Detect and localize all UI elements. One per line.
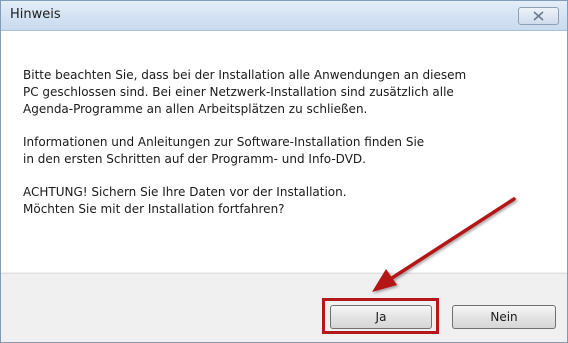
close-button[interactable] <box>518 7 559 25</box>
no-button[interactable]: Nein <box>452 305 556 329</box>
message-line: Agenda-Programme an allen Arbeitsplätzen… <box>23 102 368 116</box>
message-line: Informationen und Anleitungen zur Softwa… <box>23 135 425 149</box>
close-icon <box>533 11 544 21</box>
yes-button[interactable]: Ja <box>330 305 432 329</box>
message-area: Bitte beachten Sie, dass bei der Install… <box>1 31 567 272</box>
message-line: ACHTUNG! Sichern Sie Ihre Daten vor der … <box>23 185 347 199</box>
message-paragraph-installation: Bitte beachten Sie, dass bei der Install… <box>23 67 553 118</box>
message-line: PC geschlossen sind. Bei einer Netzwerk-… <box>23 85 454 99</box>
message-paragraph-warning: ACHTUNG! Sichern Sie Ihre Daten vor der … <box>23 184 553 218</box>
title-bar[interactable]: Hinweis <box>1 1 567 31</box>
message-line: Möchten Sie mit der Installation fortfah… <box>23 202 285 216</box>
message-paragraph-info: Informationen und Anleitungen zur Softwa… <box>23 134 553 168</box>
message-line: in den ersten Schritten auf der Programm… <box>23 152 366 166</box>
message-line: Bitte beachten Sie, dass bei der Install… <box>23 68 467 82</box>
dialog-title: Hinweis <box>10 7 61 22</box>
dialog-window: Hinweis Bitte beachten Sie, dass bei der… <box>0 0 568 343</box>
